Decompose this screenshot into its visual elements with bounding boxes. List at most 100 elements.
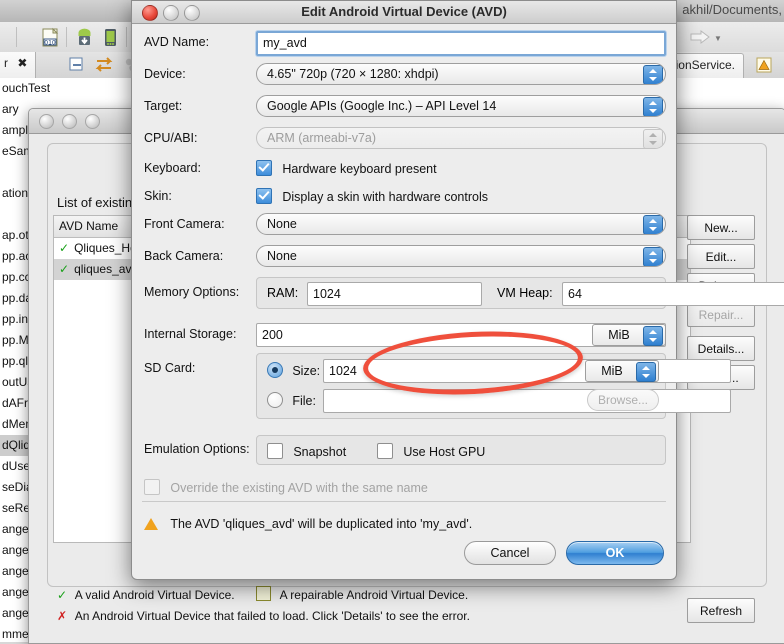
sd-card-size-label: Size: <box>292 364 321 378</box>
override-option: Override the existing AVD with the same … <box>144 479 428 495</box>
row-front-camera: Front Camera: None <box>132 213 676 239</box>
ram-input[interactable]: 1024 <box>307 282 482 306</box>
override-label: Override the existing AVD with the same … <box>170 481 428 495</box>
edit-button[interactable]: Edit... <box>687 244 755 269</box>
cpu-abi-value: ARM (armeabi-v7a) <box>267 131 377 145</box>
sd-card-file-row[interactable]: File: <box>267 392 316 408</box>
stepper-icon[interactable] <box>643 247 663 266</box>
android-device-icon[interactable] <box>100 27 121 48</box>
dialog-titlebar: Edit Android Virtual Device (AVD) <box>132 1 676 24</box>
cpu-abi-control: ARM (armeabi-v7a) <box>256 127 666 149</box>
front-camera-value: None <box>267 217 297 231</box>
stepper-icon[interactable] <box>643 215 663 234</box>
toolbar-separator <box>66 27 67 47</box>
sd-card-label: SD Card: <box>144 361 196 375</box>
avd-legend: ✓ A valid Android Virtual Device. A repa… <box>57 585 470 627</box>
memory-options-label: Memory Options: <box>144 285 240 299</box>
refresh-button[interactable]: Refresh <box>687 598 755 623</box>
check-icon: ✓ <box>59 241 70 255</box>
row-internal-storage: Internal Storage: 200 MiB <box>132 323 676 349</box>
emulation-options-panel: Snapshot Use Host GPU <box>256 435 666 465</box>
keyboard-control[interactable]: Hardware keyboard present <box>256 160 666 176</box>
forward-arrow-icon[interactable] <box>690 30 710 44</box>
display-skin-checkbox[interactable] <box>256 188 272 204</box>
cancel-button[interactable]: Cancel <box>464 541 556 565</box>
tree-item[interactable]: ouchTest <box>0 78 90 99</box>
avd-name-label: AVD Name: <box>144 35 210 49</box>
cpu-abi-select: ARM (armeabi-v7a) <box>256 127 666 149</box>
sd-card-panel: Size: 1024 MiB File: Browse... <box>256 353 731 419</box>
hardware-keyboard-label: Hardware keyboard present <box>282 162 437 176</box>
vm-heap-input[interactable]: 64 <box>562 282 784 306</box>
avd-name-input[interactable]: my_avd <box>256 31 666 56</box>
host-gpu-checkbox[interactable] <box>377 443 393 459</box>
forward-dropdown-icon[interactable]: ▼ <box>714 34 722 43</box>
close-icon[interactable] <box>39 114 54 129</box>
android-download-icon[interactable] <box>74 27 95 48</box>
warning-icon <box>144 518 158 530</box>
snapshot-checkbox[interactable] <box>267 443 283 459</box>
stepper-icon[interactable] <box>643 326 663 346</box>
sd-card-unit-select[interactable]: MiB <box>585 360 659 382</box>
row-cpu-abi: CPU/ABI: ARM (armeabi-v7a) <box>132 127 676 153</box>
repairable-icon <box>255 586 271 601</box>
target-label: Target: <box>144 99 183 113</box>
toolbar-separator <box>16 27 17 47</box>
internal-storage-unit-value: MiB <box>608 328 630 342</box>
sd-card-size-radio[interactable] <box>267 362 283 378</box>
host-gpu-option[interactable]: Use Host GPU <box>377 443 485 459</box>
skin-control[interactable]: Display a skin with hardware controls <box>256 188 666 204</box>
row-keyboard: Keyboard: Hardware keyboard present <box>132 157 676 183</box>
front-camera-select[interactable]: None <box>256 213 666 235</box>
row-warning: The AVD 'qliques_avd' will be duplicated… <box>132 513 676 539</box>
browse-button: Browse... <box>586 389 659 411</box>
warning-text: The AVD 'qliques_avd' will be duplicated… <box>170 517 473 531</box>
emulation-options-label: Emulation Options: <box>144 442 250 456</box>
new-button[interactable]: New... <box>687 215 755 240</box>
target-value: Google APIs (Google Inc.) – API Level 14 <box>267 99 497 113</box>
snapshot-option[interactable]: Snapshot <box>267 443 346 459</box>
avd-name-cell: qliques_avd <box>74 262 139 276</box>
sd-card-file-radio[interactable] <box>267 392 283 408</box>
device-select[interactable]: 4.65" 720p (720 × 1280: xhdpi) <box>256 63 666 85</box>
ram-label: RAM: <box>267 286 299 300</box>
sd-card-file-input[interactable] <box>323 389 731 413</box>
back-camera-select[interactable]: None <box>256 245 666 267</box>
stepper-icon[interactable] <box>636 362 656 382</box>
details-button[interactable]: Details... <box>687 336 755 361</box>
row-override: Override the existing AVD with the same … <box>132 475 676 501</box>
warning-marker-icon <box>756 57 772 73</box>
svg-text:010: 010 <box>44 40 56 47</box>
back-camera-label: Back Camera: <box>144 249 224 263</box>
snapshot-label: Snapshot <box>293 445 347 459</box>
binary-file-icon[interactable]: 010 <box>40 27 61 48</box>
ok-button[interactable]: OK <box>566 541 664 565</box>
sd-card-unit-value: MiB <box>601 364 623 378</box>
warning-message: The AVD 'qliques_avd' will be duplicated… <box>144 517 472 531</box>
internal-storage-unit-select[interactable]: MiB <box>592 324 666 346</box>
zoom-icon[interactable] <box>85 114 100 129</box>
target-control: Google APIs (Google Inc.) – API Level 14 <box>256 95 666 117</box>
back-camera-value: None <box>267 249 297 263</box>
divider <box>142 501 666 502</box>
avd-name-cell: Qliques_Hd <box>74 241 137 255</box>
legend-failed-text: An Android Virtual Device that failed to… <box>74 609 470 623</box>
row-back-camera: Back Camera: None <box>132 245 676 271</box>
override-checkbox <box>144 479 160 495</box>
cpu-abi-label: CPU/ABI: <box>144 131 198 145</box>
ide-window-title: akhil/Documents, <box>682 2 782 17</box>
minimize-icon[interactable] <box>62 114 77 129</box>
link-with-editor-icon[interactable] <box>94 56 114 74</box>
avd-list-label: List of existing <box>57 195 140 210</box>
stepper-icon[interactable] <box>643 97 663 116</box>
sd-card-size-row[interactable]: Size: <box>267 362 320 378</box>
hardware-keyboard-checkbox[interactable] <box>256 160 272 176</box>
internal-storage-label: Internal Storage: <box>144 327 237 341</box>
stepper-icon[interactable] <box>643 65 663 84</box>
row-memory-options: Memory Options: RAM: 1024 VM Heap: 64 <box>132 277 784 311</box>
close-icon[interactable]: ✖ <box>17 56 27 70</box>
sd-card-size-input[interactable]: 1024 <box>323 359 731 383</box>
target-select[interactable]: Google APIs (Google Inc.) – API Level 14 <box>256 95 666 117</box>
device-control: 4.65" 720p (720 × 1280: xhdpi) <box>256 63 666 85</box>
collapse-all-icon[interactable] <box>68 56 86 74</box>
